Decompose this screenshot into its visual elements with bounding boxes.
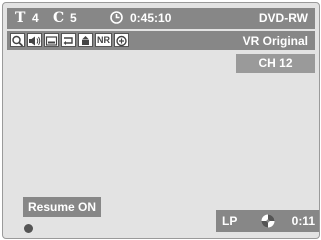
playback-time: 0:11	[291, 214, 315, 228]
disc-icon	[261, 214, 275, 228]
zoom-icon[interactable]	[114, 33, 129, 47]
chapter-display: CH 12	[236, 54, 315, 73]
recording-mode: LP	[222, 214, 238, 228]
subtitle-icon[interactable]	[44, 33, 59, 47]
vr-format-label: VR Original	[242, 34, 308, 48]
title-symbol: T	[15, 10, 26, 26]
function-icon-row: NR VR Original	[7, 31, 315, 50]
disc-type-label: DVD-RW	[258, 11, 308, 25]
clock-icon	[110, 11, 123, 24]
repeat-icon[interactable]	[61, 33, 76, 47]
playback-mode-bar: LP 0:11	[216, 210, 319, 232]
title-number: 4	[32, 11, 39, 25]
chapter-number: 5	[70, 11, 77, 25]
search-icon[interactable]	[10, 33, 25, 47]
audio-icon[interactable]	[27, 33, 42, 47]
angle-icon[interactable]	[78, 33, 93, 47]
osd-screen: T 4 C 5 0:45:10 DVD-RW NR VR Original CH…	[2, 2, 320, 239]
elapsed-time: 0:45:10	[130, 11, 172, 25]
noise-reduction-icon[interactable]: NR	[95, 33, 112, 47]
resume-status: Resume ON	[23, 197, 101, 217]
indicator-dot	[24, 224, 33, 233]
chapter-symbol: C	[53, 10, 65, 26]
status-bar: T 4 C 5 0:45:10 DVD-RW	[7, 8, 315, 29]
